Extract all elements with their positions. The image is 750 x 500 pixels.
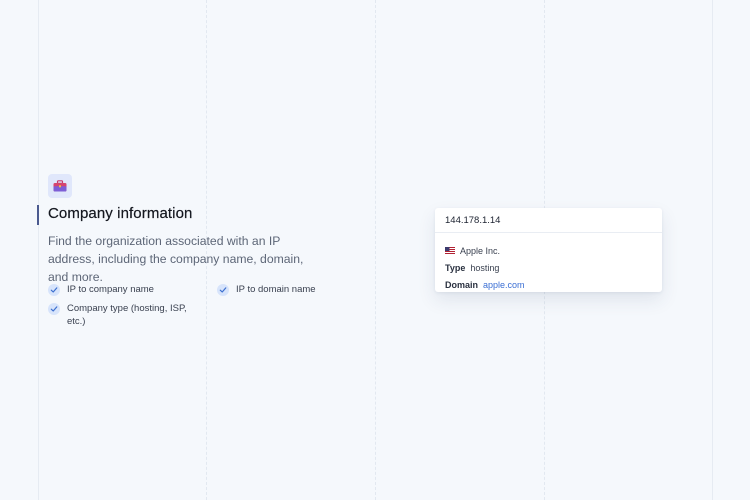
card-body: Apple Inc. Type hosting Domain apple.com xyxy=(435,233,662,293)
domain-link[interactable]: apple.com xyxy=(483,280,525,290)
domain-label: Domain xyxy=(445,279,479,290)
type-row: Type hosting xyxy=(435,259,662,276)
checklist-label: Company type (hosting, ISP, etc.) xyxy=(67,303,187,327)
company-row: Apple Inc. xyxy=(435,242,662,259)
check-icon xyxy=(48,303,60,315)
checklist-item: IP to company name xyxy=(48,283,154,296)
domain-row: Domain apple.com xyxy=(435,276,662,293)
company-information-section: Company information Find the organizatio… xyxy=(0,0,750,500)
check-icon xyxy=(217,284,229,296)
type-value: hosting xyxy=(470,262,500,273)
ip-address: 144.178.1.14 xyxy=(435,208,662,233)
checklist-label: IP to domain name xyxy=(236,284,316,295)
checklist-label: IP to company name xyxy=(67,284,154,295)
company-name: Apple Inc. xyxy=(460,245,501,256)
section-description: Find the organization associated with an… xyxy=(48,234,304,284)
checklist-item: IP to domain name xyxy=(217,283,316,296)
ip-lookup-card: 144.178.1.14 Apple Inc. Type hosting Dom… xyxy=(435,208,662,292)
section-accent-bar xyxy=(37,205,39,225)
section-title: Company information xyxy=(48,205,193,222)
checklist-item: Company type (hosting, ISP, etc.) xyxy=(48,302,188,328)
us-flag-icon xyxy=(445,247,455,254)
type-label: Type xyxy=(445,262,466,273)
check-icon xyxy=(48,284,60,296)
briefcase-icon xyxy=(48,174,72,198)
